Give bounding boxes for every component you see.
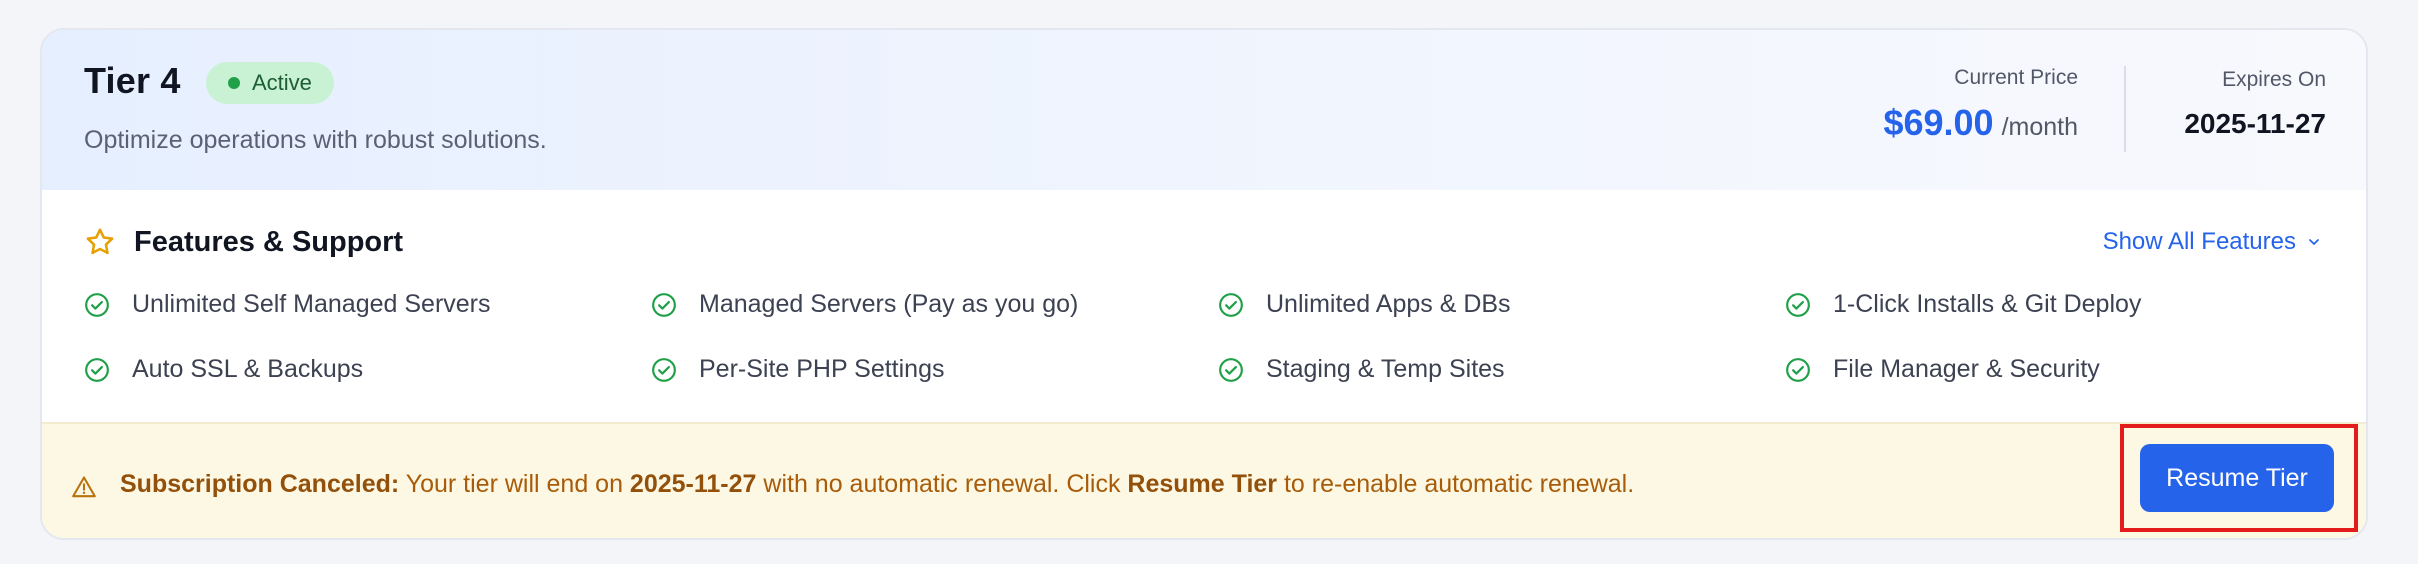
expires-label: Expires On [2222,68,2326,91]
price-amount: $69.00 [1883,102,1994,143]
expires-value: 2025-11-27 [2184,108,2326,139]
status-badge: Active [206,62,334,104]
feature-label: File Manager & Security [1833,355,2100,383]
tier-description: Optimize operations with robust solution… [84,126,547,154]
feature-label: Managed Servers (Pay as you go) [699,290,1079,318]
feature-item: Managed Servers (Pay as you go) [651,290,1078,319]
feature-item: Auto SSL & Backups [84,355,363,384]
banner-text-2: with no automatic renewal. Click [756,470,1128,498]
show-all-features-link[interactable]: Show All Features [2103,228,2322,256]
feature-label: Auto SSL & Backups [132,355,364,383]
star-icon [86,228,114,255]
check-circle-icon [652,292,676,317]
status-badge-label: Active [252,70,312,95]
price-unit: /month [2001,113,2078,141]
check-circle-icon [1786,357,1810,382]
feature-item: Unlimited Apps & DBs [1218,290,1511,319]
feature-label: Per-Site PHP Settings [699,355,945,383]
header-divider [2124,66,2126,152]
banner-text-3: to re-enable automatic renewal. [1277,470,1635,498]
check-circle-icon [85,357,109,382]
subscription-card: Tier 4 Active Optimize operations with r… [40,28,2368,540]
feature-label: Staging & Temp Sites [1266,355,1505,383]
check-circle-icon [652,357,676,382]
features-heading: Features & Support [134,226,404,258]
feature-label: Unlimited Apps & DBs [1266,290,1511,318]
tier-header: Tier 4 Active Optimize operations with r… [42,30,2366,190]
feature-item: Unlimited Self Managed Servers [84,290,491,319]
check-circle-icon [1219,292,1243,317]
feature-label: 1-Click Installs & Git Deploy [1833,290,2142,318]
feature-item: 1-Click Installs & Git Deploy [1785,290,2141,319]
chevron-down-icon [2309,239,2319,245]
cancellation-banner: Subscription Canceled: Your tier will en… [42,422,2366,538]
show-all-features-label: Show All Features [2102,228,2296,255]
status-dot-icon [228,77,240,89]
banner-action-ref: Resume Tier [1127,470,1278,498]
tier-title: Tier 4 [84,60,181,101]
feature-label: Unlimited Self Managed Servers [132,290,491,318]
warning-triangle-icon [72,476,96,498]
resume-tier-button[interactable]: Resume Tier [2140,444,2334,512]
current-price: $69.00/month [1883,102,2078,144]
banner-text-1: Your tier will end on [399,470,630,498]
current-price-label: Current Price [1954,66,2078,89]
banner-date: 2025-11-27 [629,470,757,498]
resume-tier-highlight: Resume Tier [2120,424,2358,532]
check-circle-icon [85,292,109,317]
feature-item: File Manager & Security [1785,355,2100,384]
feature-item: Staging & Temp Sites [1218,355,1505,384]
check-circle-icon [1219,357,1243,382]
banner-message: Subscription Canceled: Your tier will en… [120,470,1634,499]
check-circle-icon [1786,292,1810,317]
banner-title: Subscription Canceled: [120,470,400,498]
feature-item: Per-Site PHP Settings [651,355,944,384]
